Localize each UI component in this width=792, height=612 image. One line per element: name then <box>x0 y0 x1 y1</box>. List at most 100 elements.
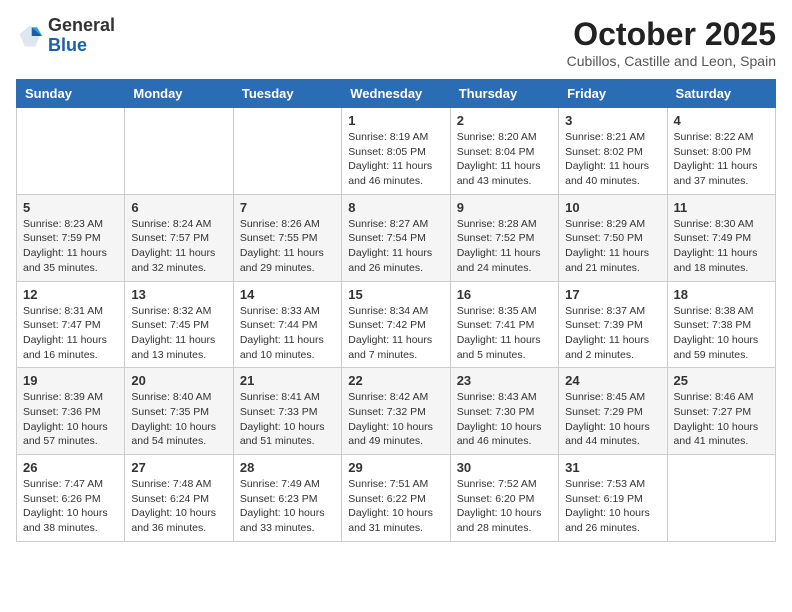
day-number: 30 <box>457 460 552 475</box>
day-header-thursday: Thursday <box>450 80 558 108</box>
day-header-saturday: Saturday <box>667 80 775 108</box>
calendar-cell: 28 Sunrise: 7:49 AMSunset: 6:23 PMDayligh… <box>233 455 341 542</box>
day-info: Sunrise: 7:52 AMSunset: 6:20 PMDaylight:… <box>457 477 552 536</box>
calendar-cell: 31 Sunrise: 7:53 AMSunset: 6:19 PMDayligh… <box>559 455 667 542</box>
day-number: 23 <box>457 373 552 388</box>
day-header-friday: Friday <box>559 80 667 108</box>
calendar-cell: 22Sunrise: 8:42 AMSunset: 7:32 PMDayligh… <box>342 368 450 455</box>
logo-text: General Blue <box>48 16 115 56</box>
day-info: Sunrise: 8:43 AMSunset: 7:30 PMDaylight:… <box>457 390 552 449</box>
day-info: Sunrise: 8:26 AMSunset: 7:55 PMDaylight:… <box>240 217 335 276</box>
day-number: 29 <box>348 460 443 475</box>
calendar-cell: 10 Sunrise: 8:29 AMSunset: 7:50 PMDayligh… <box>559 194 667 281</box>
calendar-cell: 13 Sunrise: 8:32 AMSunset: 7:45 PMDayligh… <box>125 281 233 368</box>
calendar-cell: 29Sunrise: 7:51 AMSunset: 6:22 PMDayligh… <box>342 455 450 542</box>
day-info: Sunrise: 8:37 AMSunset: 7:39 PMDaylight:… <box>565 304 660 363</box>
calendar-cell <box>233 108 341 195</box>
day-info: Sunrise: 8:31 AMSunset: 7:47 PMDaylight:… <box>23 304 118 363</box>
day-number: 10 <box>565 200 660 215</box>
calendar-cell: 6Sunrise: 8:24 AMSunset: 7:57 PMDaylight… <box>125 194 233 281</box>
day-number: 11 <box>674 200 769 215</box>
calendar-cell: 24Sunrise: 8:45 AMSunset: 7:29 PMDayligh… <box>559 368 667 455</box>
calendar-cell: 15 Sunrise: 8:34 AMSunset: 7:42 PMDayligh… <box>342 281 450 368</box>
day-info: Sunrise: 8:27 AMSunset: 7:54 PMDaylight:… <box>348 217 443 276</box>
calendar-cell: 19Sunrise: 8:39 AMSunset: 7:36 PMDayligh… <box>17 368 125 455</box>
day-number: 15 <box>348 287 443 302</box>
day-info: Sunrise: 8:33 AMSunset: 7:44 PMDaylight:… <box>240 304 335 363</box>
day-info: Sunrise: 8:30 AMSunset: 7:49 PMDaylight:… <box>674 217 769 276</box>
day-number: 8 <box>348 200 443 215</box>
calendar-cell: 5 Sunrise: 8:23 AMSunset: 7:59 PMDaylight… <box>17 194 125 281</box>
calendar-cell: 7 Sunrise: 8:26 AMSunset: 7:55 PMDaylight… <box>233 194 341 281</box>
day-number: 2 <box>457 113 552 128</box>
day-number: 27 <box>131 460 226 475</box>
calendar-cell: 30 Sunrise: 7:52 AMSunset: 6:20 PMDayligh… <box>450 455 558 542</box>
day-number: 6 <box>131 200 226 215</box>
day-info: Sunrise: 8:35 AMSunset: 7:41 PMDaylight:… <box>457 304 552 363</box>
day-number: 12 <box>23 287 118 302</box>
day-number: 21 <box>240 373 335 388</box>
calendar-week-row: 1 Sunrise: 8:19 AMSunset: 8:05 PMDaylight… <box>17 108 776 195</box>
day-info: Sunrise: 7:53 AMSunset: 6:19 PMDaylight:… <box>565 477 660 536</box>
calendar-cell: 14 Sunrise: 8:33 AMSunset: 7:44 PMDayligh… <box>233 281 341 368</box>
calendar-cell: 12 Sunrise: 8:31 AMSunset: 7:47 PMDayligh… <box>17 281 125 368</box>
calendar-cell: 9 Sunrise: 8:28 AMSunset: 7:52 PMDaylight… <box>450 194 558 281</box>
day-number: 24 <box>565 373 660 388</box>
day-info: Sunrise: 8:46 AMSunset: 7:27 PMDaylight:… <box>674 390 769 449</box>
day-info: Sunrise: 8:28 AMSunset: 7:52 PMDaylight:… <box>457 217 552 276</box>
calendar-cell: 26Sunrise: 7:47 AMSunset: 6:26 PMDayligh… <box>17 455 125 542</box>
day-header-tuesday: Tuesday <box>233 80 341 108</box>
month-title: October 2025 <box>567 16 776 53</box>
location: Cubillos, Castille and Leon, Spain <box>567 53 776 69</box>
calendar-table: SundayMondayTuesdayWednesdayThursdayFrid… <box>16 79 776 542</box>
day-info: Sunrise: 8:32 AMSunset: 7:45 PMDaylight:… <box>131 304 226 363</box>
day-number: 17 <box>565 287 660 302</box>
day-info: Sunrise: 8:29 AMSunset: 7:50 PMDaylight:… <box>565 217 660 276</box>
day-number: 14 <box>240 287 335 302</box>
day-number: 20 <box>131 373 226 388</box>
calendar-cell: 16Sunrise: 8:35 AMSunset: 7:41 PMDayligh… <box>450 281 558 368</box>
day-number: 28 <box>240 460 335 475</box>
calendar-cell <box>125 108 233 195</box>
day-number: 1 <box>348 113 443 128</box>
day-number: 22 <box>348 373 443 388</box>
calendar-week-row: 19Sunrise: 8:39 AMSunset: 7:36 PMDayligh… <box>17 368 776 455</box>
day-header-sunday: Sunday <box>17 80 125 108</box>
logo: General Blue <box>16 16 115 56</box>
calendar-cell: 4 Sunrise: 8:22 AMSunset: 8:00 PMDaylight… <box>667 108 775 195</box>
day-info: Sunrise: 8:39 AMSunset: 7:36 PMDaylight:… <box>23 390 118 449</box>
calendar-cell: 25Sunrise: 8:46 AMSunset: 7:27 PMDayligh… <box>667 368 775 455</box>
day-number: 9 <box>457 200 552 215</box>
day-info: Sunrise: 8:38 AMSunset: 7:38 PMDaylight:… <box>674 304 769 363</box>
calendar-cell: 21Sunrise: 8:41 AMSunset: 7:33 PMDayligh… <box>233 368 341 455</box>
day-number: 18 <box>674 287 769 302</box>
day-info: Sunrise: 8:23 AMSunset: 7:59 PMDaylight:… <box>23 217 118 276</box>
day-info: Sunrise: 8:20 AMSunset: 8:04 PMDaylight:… <box>457 130 552 189</box>
calendar-header-row: SundayMondayTuesdayWednesdayThursdayFrid… <box>17 80 776 108</box>
day-number: 5 <box>23 200 118 215</box>
day-info: Sunrise: 8:21 AMSunset: 8:02 PMDaylight:… <box>565 130 660 189</box>
day-info: Sunrise: 8:19 AMSunset: 8:05 PMDaylight:… <box>348 130 443 189</box>
title-block: October 2025 Cubillos, Castille and Leon… <box>567 16 776 69</box>
calendar-cell: 3 Sunrise: 8:21 AMSunset: 8:02 PMDaylight… <box>559 108 667 195</box>
calendar-cell: 8 Sunrise: 8:27 AMSunset: 7:54 PMDaylight… <box>342 194 450 281</box>
day-header-wednesday: Wednesday <box>342 80 450 108</box>
day-info: Sunrise: 7:48 AMSunset: 6:24 PMDaylight:… <box>131 477 226 536</box>
day-number: 31 <box>565 460 660 475</box>
day-info: Sunrise: 7:49 AMSunset: 6:23 PMDaylight:… <box>240 477 335 536</box>
day-header-monday: Monday <box>125 80 233 108</box>
day-info: Sunrise: 8:22 AMSunset: 8:00 PMDaylight:… <box>674 130 769 189</box>
logo-icon <box>16 22 44 50</box>
calendar-cell: 27 Sunrise: 7:48 AMSunset: 6:24 PMDayligh… <box>125 455 233 542</box>
calendar-cell: 17 Sunrise: 8:37 AMSunset: 7:39 PMDayligh… <box>559 281 667 368</box>
calendar-cell: 1 Sunrise: 8:19 AMSunset: 8:05 PMDaylight… <box>342 108 450 195</box>
calendar-cell <box>17 108 125 195</box>
calendar-week-row: 12 Sunrise: 8:31 AMSunset: 7:47 PMDayligh… <box>17 281 776 368</box>
day-info: Sunrise: 8:34 AMSunset: 7:42 PMDaylight:… <box>348 304 443 363</box>
day-number: 4 <box>674 113 769 128</box>
calendar-cell: 18 Sunrise: 8:38 AMSunset: 7:38 PMDayligh… <box>667 281 775 368</box>
day-number: 13 <box>131 287 226 302</box>
day-number: 7 <box>240 200 335 215</box>
day-number: 3 <box>565 113 660 128</box>
page-header: General Blue October 2025 Cubillos, Cast… <box>16 16 776 69</box>
